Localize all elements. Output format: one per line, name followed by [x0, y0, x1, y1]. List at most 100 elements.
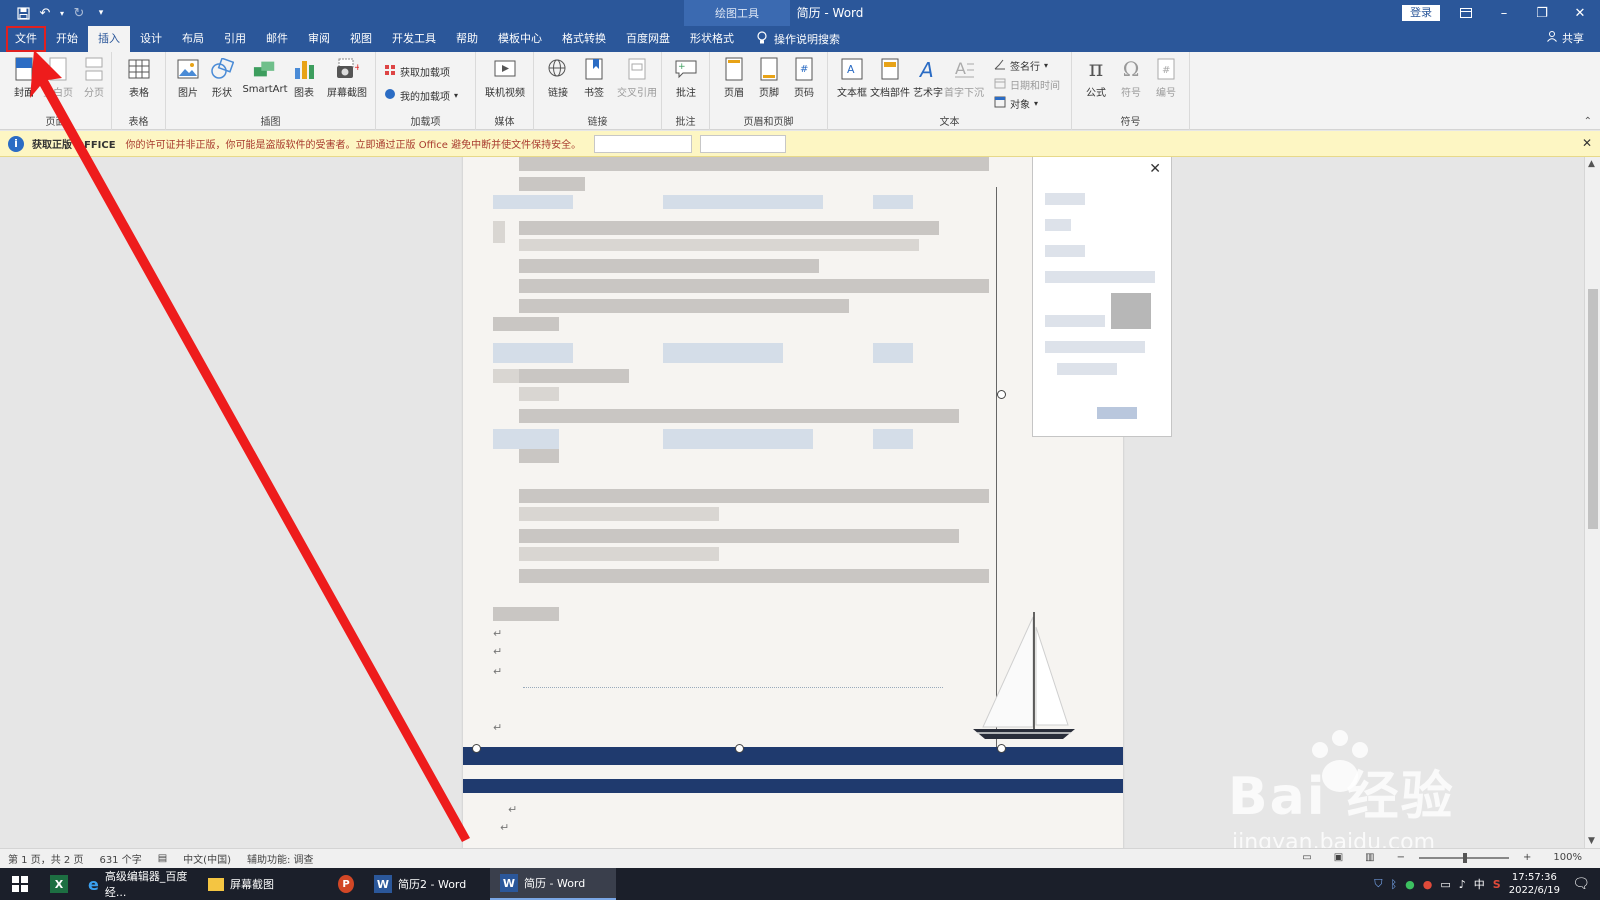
- tab-home[interactable]: 开始: [46, 26, 88, 52]
- header-button[interactable]: 页眉: [716, 56, 752, 99]
- close-pane-icon[interactable]: ✕: [1149, 161, 1161, 177]
- web-layout-icon[interactable]: ▥: [1365, 852, 1374, 863]
- get-addins-button[interactable]: 获取加载项: [384, 62, 450, 80]
- minimize-icon[interactable]: –: [1486, 0, 1522, 26]
- picture-button[interactable]: 图片: [170, 56, 206, 99]
- tab-help[interactable]: 帮助: [446, 26, 488, 52]
- selection-handle[interactable]: [997, 390, 1006, 399]
- tab-review[interactable]: 审阅: [298, 26, 340, 52]
- restore-icon[interactable]: ❐: [1524, 0, 1560, 26]
- zoom-slider[interactable]: [1419, 852, 1510, 863]
- login-button[interactable]: 登录: [1402, 5, 1440, 21]
- zoom-level[interactable]: 100%: [1553, 852, 1582, 863]
- notification-center-icon[interactable]: 🗨: [1572, 876, 1590, 892]
- ime-indicator[interactable]: 中: [1474, 876, 1485, 892]
- wordart-button[interactable]: A 艺术字: [910, 56, 946, 99]
- zoom-slider-knob[interactable]: [1463, 852, 1468, 863]
- blank-page-button[interactable]: 空白页: [40, 56, 76, 99]
- smartart-button[interactable]: SmartArt: [240, 56, 290, 95]
- tab-mailings[interactable]: 邮件: [256, 26, 298, 52]
- footer-button[interactable]: 页脚: [751, 56, 787, 99]
- zoom-in-icon[interactable]: +: [1523, 852, 1531, 863]
- get-genuine-button[interactable]: [594, 135, 692, 153]
- wechat-icon[interactable]: ●: [1405, 878, 1415, 891]
- close-infobar-icon[interactable]: ✕: [1582, 136, 1592, 150]
- scroll-up-icon[interactable]: ▲: [1588, 159, 1595, 169]
- tab-layout[interactable]: 布局: [172, 26, 214, 52]
- symbol-button[interactable]: Ω 符号: [1113, 56, 1149, 99]
- date-time-button[interactable]: 日期和时间: [994, 75, 1060, 93]
- bookmark-button[interactable]: 书签: [576, 56, 612, 99]
- bluetooth-icon[interactable]: ᛒ: [1391, 878, 1398, 891]
- object-button[interactable]: 对象 ▾: [994, 94, 1038, 112]
- taskbar-word-resume2[interactable]: W 简历2 - Word: [364, 868, 490, 900]
- taskbar-powerpoint[interactable]: P: [328, 868, 364, 900]
- save-icon[interactable]: [14, 4, 32, 22]
- online-video-button[interactable]: 联机视频: [478, 56, 532, 99]
- close-icon[interactable]: ✕: [1562, 0, 1598, 26]
- scrollbar-thumb[interactable]: [1588, 289, 1598, 529]
- selection-handle[interactable]: [472, 744, 481, 753]
- print-layout-icon[interactable]: ▣: [1334, 852, 1343, 863]
- cross-reference-button[interactable]: 交叉引用: [614, 56, 660, 99]
- signature-line-button[interactable]: 签名行 ▾: [994, 56, 1048, 74]
- resume-navy-band[interactable]: [463, 747, 1123, 765]
- sailboat-image[interactable]: [963, 607, 1083, 747]
- tab-references[interactable]: 引用: [214, 26, 256, 52]
- tab-file[interactable]: 文件: [6, 26, 46, 52]
- network-icon[interactable]: ▭: [1440, 878, 1450, 891]
- taskbar-edge[interactable]: e 高级编辑器_百度经...: [78, 868, 198, 900]
- screenshot-button[interactable]: + 屏幕截图: [322, 56, 372, 99]
- taskbar-excel[interactable]: X: [40, 868, 78, 900]
- volume-icon[interactable]: ♪: [1459, 878, 1466, 891]
- shield-icon[interactable]: ⛉: [1374, 877, 1382, 891]
- tab-baidu-netdisk[interactable]: 百度网盘: [616, 26, 680, 52]
- customize-qat-icon[interactable]: ▾: [92, 4, 110, 22]
- clock[interactable]: 17:57:36 2022/6/19: [1509, 871, 1560, 897]
- selection-handle[interactable]: [735, 744, 744, 753]
- tab-insert[interactable]: 插入: [88, 26, 130, 52]
- tab-developer[interactable]: 开发工具: [382, 26, 446, 52]
- tab-shape-format[interactable]: 形状格式: [680, 26, 744, 52]
- accessibility-status[interactable]: 辅助功能: 调查: [247, 851, 314, 866]
- chart-button[interactable]: 图表: [286, 56, 322, 99]
- word-count[interactable]: 631 个字: [99, 851, 141, 866]
- side-pane[interactable]: ✕: [1032, 157, 1172, 437]
- antivirus-icon[interactable]: ●: [1423, 878, 1433, 891]
- cover-page-button[interactable]: 封面: [6, 56, 42, 99]
- taskbar-word-resume[interactable]: W 简历 - Word: [490, 868, 616, 900]
- ribbon-display-options-icon[interactable]: [1448, 0, 1484, 26]
- tab-design[interactable]: 设计: [130, 26, 172, 52]
- selection-handle[interactable]: [997, 744, 1006, 753]
- sogou-icon[interactable]: S: [1493, 878, 1501, 891]
- page-number-button[interactable]: # 页码: [786, 56, 822, 99]
- learn-more-button[interactable]: [700, 135, 786, 153]
- resume-navy-band[interactable]: [463, 779, 1123, 793]
- tab-format-convert[interactable]: 格式转换: [552, 26, 616, 52]
- share-button[interactable]: 共享: [1546, 26, 1584, 52]
- comment-button[interactable]: + 批注: [668, 56, 704, 99]
- vertical-scrollbar[interactable]: ▲ ▼: [1584, 157, 1600, 848]
- my-addins-button[interactable]: 我的加载项 ▾: [384, 86, 458, 104]
- tab-view[interactable]: 视图: [340, 26, 382, 52]
- undo-icon[interactable]: ↶: [36, 4, 54, 22]
- table-button[interactable]: 表格: [121, 56, 157, 99]
- numbering-button[interactable]: # 编号: [1148, 56, 1184, 99]
- document-page[interactable]: ↵ ↵ ↵ ↵: [463, 157, 1123, 848]
- collapse-ribbon-icon[interactable]: ⌃: [1584, 116, 1592, 127]
- equation-button[interactable]: π 公式: [1078, 56, 1114, 100]
- undo-dropdown-icon[interactable]: ▾: [58, 4, 66, 22]
- drop-cap-button[interactable]: A 首字下沉: [944, 56, 984, 99]
- scroll-down-icon[interactable]: ▼: [1588, 836, 1595, 846]
- redo-icon[interactable]: ↻: [70, 4, 88, 22]
- page-count[interactable]: 第 1 页，共 2 页: [8, 851, 83, 866]
- link-button[interactable]: 链接: [540, 56, 576, 99]
- document-parts-button[interactable]: 文档部件: [870, 56, 910, 99]
- language[interactable]: 中文(中国): [183, 851, 231, 866]
- proofing-icon[interactable]: ▤: [158, 853, 167, 864]
- tab-template-center[interactable]: 模板中心: [488, 26, 552, 52]
- zoom-out-icon[interactable]: −: [1397, 852, 1405, 863]
- read-mode-icon[interactable]: ▭: [1302, 852, 1311, 863]
- windows-start-icon[interactable]: [0, 868, 40, 900]
- taskbar-screenshots-folder[interactable]: 屏幕截图: [198, 868, 328, 900]
